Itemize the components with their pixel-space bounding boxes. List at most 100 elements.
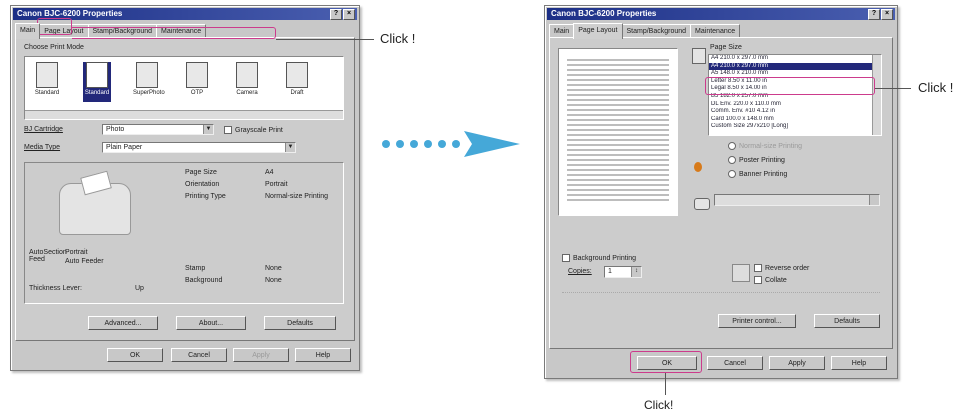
help-icon[interactable]: ?: [330, 9, 342, 20]
about-button[interactable]: About...: [176, 316, 246, 330]
tab-row-outline: [72, 27, 276, 39]
advanced-button[interactable]: Advanced...: [88, 316, 158, 330]
page-preview: [558, 48, 678, 216]
cartridge-label: BJ Cartridge: [24, 126, 63, 133]
ok-button[interactable]: OK: [107, 348, 163, 362]
right-dialog-title: Canon BJC-6200 Properties: [551, 9, 657, 18]
arrow-dot: [410, 140, 418, 148]
disabled-options-row: [562, 292, 880, 301]
thickness-label: Thickness Lever:: [29, 285, 82, 292]
background-printing-checkbox[interactable]: Background Printing: [562, 254, 636, 262]
page-size-item[interactable]: Custom Size 297x210 [Long]: [709, 123, 881, 131]
left-main-panel: Choose Print Mode Standard Standard Supe…: [15, 37, 355, 341]
feed-value-1: Portrait: [65, 249, 88, 256]
arrow-dot: [396, 140, 404, 148]
page-size-item[interactable]: Card 100.0 x 148.0 mm: [709, 116, 881, 124]
option-banner[interactable]: Banner Printing: [728, 170, 787, 178]
cartridge-select[interactable]: Photo ▼: [102, 124, 214, 135]
info-background-value: None: [265, 277, 282, 284]
printer-control-button[interactable]: Printer control...: [718, 314, 796, 328]
page-size-icon: [692, 48, 706, 64]
choose-print-mode-label: Choose Print Mode: [24, 44, 84, 51]
paper-source-select[interactable]: [714, 194, 880, 206]
chevron-down-icon: ▼: [203, 125, 213, 134]
page-size-item-selected[interactable]: A4 210.0 x 297.0 mm: [709, 62, 881, 71]
info-orientation-key: Orientation: [185, 181, 220, 188]
collate-checkbox[interactable]: Collate: [754, 276, 787, 284]
page-size-item[interactable]: Comm. Env. #10 4.12 in: [709, 108, 881, 116]
info-page-size-value: A4: [265, 169, 274, 176]
option-poster[interactable]: Poster Printing: [728, 156, 785, 164]
info-page-size-key: Page Size: [185, 169, 217, 176]
mode-standard-icon[interactable]: Standard: [33, 62, 61, 102]
apply-button[interactable]: Apply: [233, 348, 289, 362]
defaults-button[interactable]: Defaults: [814, 314, 880, 328]
tab-main[interactable]: Main: [549, 24, 575, 38]
spinner-icon: ↕: [631, 267, 641, 277]
apply-button[interactable]: Apply: [769, 356, 825, 370]
page-layout-tab-highlight: [37, 18, 72, 35]
ok-callout-line: [665, 373, 666, 395]
close-icon[interactable]: ×: [881, 9, 893, 20]
page-size-list[interactable]: A4 210.0 x 297.0 mm A4 210.0 x 297.0 mm A5…: [708, 54, 882, 136]
tab-click-callout: Click !: [380, 31, 416, 46]
tab-page-layout[interactable]: Page Layout: [573, 23, 623, 39]
feed-label: AutoSection Feed: [29, 249, 67, 263]
tab-stamp-background[interactable]: Stamp/Background: [621, 24, 692, 38]
arrow-dot: [424, 140, 432, 148]
page-size-label: Page Size: [710, 44, 742, 51]
info-stamp-key: Stamp: [185, 265, 206, 272]
cancel-button[interactable]: Cancel: [707, 356, 763, 370]
tab-callout-line: [276, 39, 374, 40]
tab-maintenance[interactable]: Maintenance: [690, 24, 741, 38]
arrow-dot: [438, 140, 446, 148]
help-button[interactable]: Help: [831, 356, 887, 370]
printer-small-icon: [694, 198, 710, 210]
grayscale-checkbox[interactable]: Grayscale Print: [224, 126, 283, 134]
help-icon[interactable]: ?: [868, 9, 880, 20]
list-click-callout: Click !: [918, 80, 954, 95]
chevron-down-icon: ▼: [285, 143, 295, 152]
arrow-dot: [382, 140, 390, 148]
page-size-item[interactable]: DL Env. 220.0 x 110.0 mm: [709, 101, 881, 109]
copies-stepper[interactable]: 1 ↕: [604, 266, 642, 278]
list-scrollbar[interactable]: [872, 55, 881, 135]
media-type-label: Media Type: [24, 144, 61, 151]
media-type-select[interactable]: Plain Paper ▼: [102, 142, 296, 153]
right-properties-dialog: Canon BJC-6200 Properties ? × Main Page …: [544, 5, 898, 379]
collate-icon: [732, 264, 750, 282]
mode-superphoto-icon[interactable]: SuperPhoto: [133, 62, 165, 102]
chevron-down-icon: [869, 195, 879, 205]
tab-main[interactable]: Main: [15, 23, 41, 39]
info-stamp-value: None: [265, 265, 282, 272]
mode-standard-selected-icon[interactable]: Standard: [83, 62, 111, 102]
defaults-button[interactable]: Defaults: [264, 316, 336, 330]
option-normal-size[interactable]: Normal-size Printing: [728, 142, 802, 150]
list-callout-line: [875, 88, 911, 89]
mode-otp-icon[interactable]: OTP: [183, 62, 211, 102]
page-size-item[interactable]: A4 210.0 x 297.0 mm: [709, 55, 881, 63]
mode-scrollbar[interactable]: [25, 110, 343, 119]
mode-draft-icon[interactable]: Draft: [283, 62, 311, 102]
reverse-order-checkbox[interactable]: Reverse order: [754, 264, 809, 272]
orientation-icon: [694, 162, 702, 172]
info-printing-type-value: Normal-size Printing: [265, 193, 329, 200]
info-orientation-value: Portrait: [265, 181, 288, 188]
copies-label: Copies:: [568, 268, 592, 275]
arrow-dot: [452, 140, 460, 148]
left-properties-dialog: Canon BJC-6200 Properties ? × Main Page …: [10, 5, 360, 371]
help-button[interactable]: Help: [295, 348, 351, 362]
left-dialog-title: Canon BJC-6200 Properties: [17, 9, 123, 18]
info-background-key: Background: [185, 277, 223, 284]
settings-summary-box: Page Size A4 Orientation Portrait Printi…: [24, 162, 344, 304]
right-tab-strip: Main Page Layout Stamp/Background Mainte…: [549, 23, 741, 39]
right-title-bar: Canon BJC-6200 Properties ? ×: [547, 8, 895, 20]
mode-camera-icon[interactable]: Camera: [233, 62, 261, 102]
ok-click-callout: Click!: [644, 398, 674, 412]
cancel-button[interactable]: Cancel: [171, 348, 227, 362]
close-icon[interactable]: ×: [343, 9, 355, 20]
arrow-head-icon: [464, 131, 520, 157]
printer-illustration: [59, 170, 131, 235]
ok-button-highlight: [630, 351, 702, 373]
info-printing-type-key: Printing Type: [185, 193, 226, 200]
